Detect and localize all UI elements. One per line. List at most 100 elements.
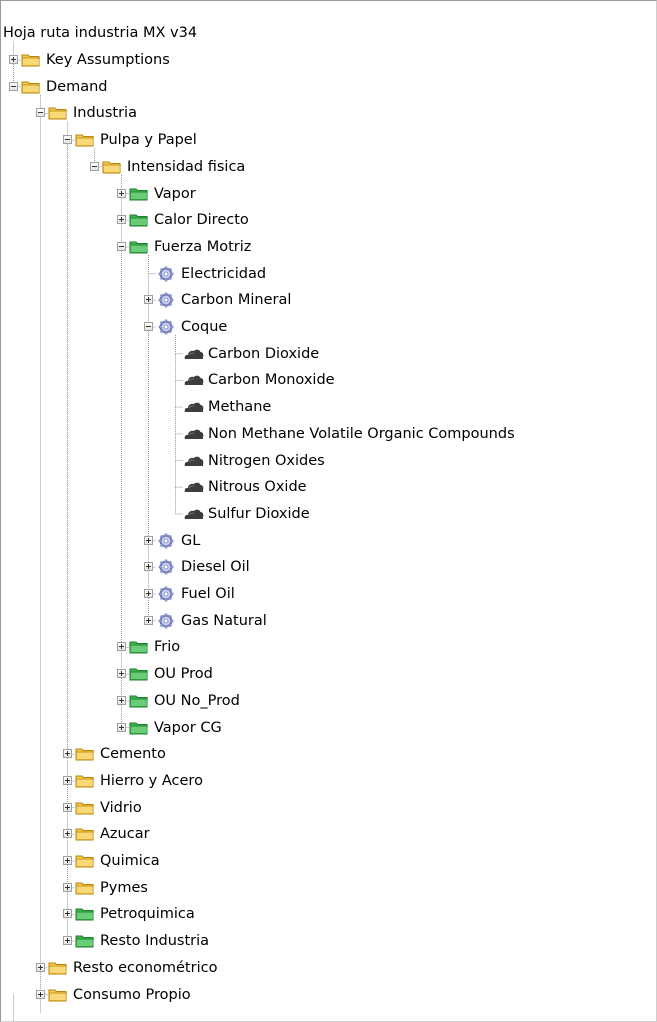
expand-icon[interactable] bbox=[117, 695, 126, 705]
tree-node[interactable]: Vapor bbox=[1, 183, 651, 205]
tree-node[interactable]: Diesel Oil bbox=[1, 556, 651, 578]
expand-icon[interactable] bbox=[63, 856, 72, 866]
cloud-icon bbox=[183, 453, 204, 469]
tree-node-label: Demand bbox=[46, 78, 108, 95]
tree-node[interactable]: Pymes bbox=[1, 877, 651, 899]
tree-node[interactable]: Demand bbox=[1, 76, 651, 98]
tree-node[interactable]: Vapor CG bbox=[1, 717, 651, 739]
folder-yellow-icon bbox=[21, 79, 41, 95]
folder-yellow-icon bbox=[48, 960, 68, 976]
tree-node-label: Nitrous Oxide bbox=[208, 479, 307, 496]
tree-node[interactable]: Coque bbox=[1, 316, 651, 338]
tree-node[interactable]: Quimica bbox=[1, 850, 651, 872]
tree-node-label: Non Methane Volatile Organic Compounds bbox=[208, 425, 515, 442]
expand-icon[interactable] bbox=[63, 882, 72, 892]
folder-yellow-icon bbox=[48, 987, 68, 1003]
tree-node[interactable]: Hierro y Acero bbox=[1, 770, 651, 792]
gear-icon bbox=[156, 559, 176, 575]
tree-node[interactable]: Vidrio bbox=[1, 797, 651, 819]
expand-icon[interactable] bbox=[144, 295, 153, 305]
tree-node[interactable]: Petroquimica bbox=[1, 903, 651, 925]
tree-node[interactable]: Calor Directo bbox=[1, 209, 651, 231]
tree-node[interactable]: GL bbox=[1, 530, 651, 552]
expand-icon[interactable] bbox=[117, 642, 126, 652]
tree-node-label: Diesel Oil bbox=[181, 559, 250, 576]
tree-node-label: Vidrio bbox=[100, 799, 142, 816]
tree-node[interactable]: Cemento bbox=[1, 743, 651, 765]
expand-icon[interactable] bbox=[144, 535, 153, 545]
tree-node[interactable]: Intensidad fisica bbox=[1, 156, 651, 178]
tree-node[interactable]: Gas Natural bbox=[1, 610, 651, 632]
tree-node[interactable]: OU No_Prod bbox=[1, 690, 651, 712]
collapse-icon[interactable] bbox=[36, 108, 45, 118]
collapse-icon[interactable] bbox=[9, 81, 18, 91]
expand-icon[interactable] bbox=[36, 989, 45, 999]
tree-node[interactable]: Fuel Oil bbox=[1, 583, 651, 605]
folder-yellow-icon bbox=[75, 853, 95, 869]
expand-icon[interactable] bbox=[63, 936, 72, 946]
tree-node[interactable]: OU Prod bbox=[1, 663, 651, 685]
tree-node-label: Industria bbox=[73, 105, 137, 122]
tree-node[interactable]: Carbon Mineral bbox=[1, 289, 651, 311]
tree-node-label: Carbon Dioxide bbox=[208, 345, 320, 362]
expand-icon[interactable] bbox=[117, 669, 126, 679]
tree-node[interactable]: Industria bbox=[1, 102, 651, 124]
tree-node[interactable]: Electricidad bbox=[1, 263, 651, 285]
tree-node-label: Calor Directo bbox=[154, 212, 249, 229]
expand-icon[interactable] bbox=[63, 802, 72, 812]
gear-icon bbox=[156, 266, 176, 282]
tree-node-label: Resto econométrico bbox=[73, 959, 218, 976]
expand-icon[interactable] bbox=[63, 749, 72, 759]
expand-icon[interactable] bbox=[63, 909, 72, 919]
tree-node-label: Coque bbox=[181, 319, 228, 336]
tree-node-label: OU No_Prod bbox=[154, 692, 240, 709]
expand-icon[interactable] bbox=[144, 562, 153, 572]
expand-icon[interactable] bbox=[144, 589, 153, 599]
tree-node-label: Nitrogen Oxides bbox=[208, 452, 325, 469]
tree-node[interactable]: Resto econométrico bbox=[1, 957, 651, 979]
folder-yellow-icon bbox=[75, 132, 95, 148]
tree-node-label: Cemento bbox=[100, 746, 166, 763]
collapse-icon[interactable] bbox=[63, 135, 72, 145]
expand-icon[interactable] bbox=[63, 775, 72, 785]
tree-node[interactable]: Carbon Monoxide bbox=[1, 369, 651, 391]
tree-node[interactable]: Non Methane Volatile Organic Compounds bbox=[1, 423, 651, 445]
tree-node-label: Vapor bbox=[154, 185, 196, 202]
tree-node-label: Resto Industria bbox=[100, 933, 210, 950]
tree-node[interactable]: Pulpa y Papel bbox=[1, 129, 651, 151]
folder-yellow-icon bbox=[75, 800, 95, 816]
expand-icon[interactable] bbox=[117, 722, 126, 732]
expand-icon[interactable] bbox=[36, 962, 45, 972]
tree-node[interactable]: Methane bbox=[1, 396, 651, 418]
tree-node[interactable]: Key Assumptions bbox=[1, 49, 651, 71]
tree-node[interactable]: Nitrogen Oxides bbox=[1, 450, 651, 472]
tree-node-label: Intensidad fisica bbox=[127, 158, 246, 175]
collapse-icon[interactable] bbox=[144, 322, 153, 332]
tree-node-label: Frio bbox=[154, 639, 181, 656]
expand-icon[interactable] bbox=[63, 829, 72, 839]
gear-icon bbox=[156, 292, 176, 308]
tree-node[interactable]: Azucar bbox=[1, 823, 651, 845]
folder-green-icon bbox=[75, 933, 95, 949]
tree-node[interactable]: Hoja ruta industria MX v34 bbox=[1, 22, 651, 44]
tree-node-label: Hoja ruta industria MX v34 bbox=[3, 25, 198, 42]
folder-green-icon bbox=[129, 239, 149, 255]
tree-node-label: Azucar bbox=[100, 826, 150, 843]
tree-node[interactable]: Nitrous Oxide bbox=[1, 476, 651, 498]
expand-icon[interactable] bbox=[9, 55, 18, 65]
tree-node[interactable]: Resto Industria bbox=[1, 930, 651, 952]
tree-node[interactable]: Sulfur Dioxide bbox=[1, 503, 651, 525]
collapse-icon[interactable] bbox=[90, 161, 99, 171]
tree-node-label: Pymes bbox=[100, 879, 148, 896]
tree-node[interactable]: Carbon Dioxide bbox=[1, 343, 651, 365]
tree-node[interactable]: Consumo Propio bbox=[1, 984, 651, 1006]
tree-node[interactable]: Fuerza Motriz bbox=[1, 236, 651, 258]
folder-yellow-icon bbox=[75, 826, 95, 842]
expand-icon[interactable] bbox=[117, 188, 126, 198]
expand-icon[interactable] bbox=[144, 615, 153, 625]
tree-node[interactable]: Frio bbox=[1, 636, 651, 658]
expand-icon[interactable] bbox=[117, 215, 126, 225]
cloud-icon bbox=[183, 506, 204, 522]
collapse-icon[interactable] bbox=[117, 241, 126, 251]
tree-node-label: Vapor CG bbox=[154, 719, 222, 736]
